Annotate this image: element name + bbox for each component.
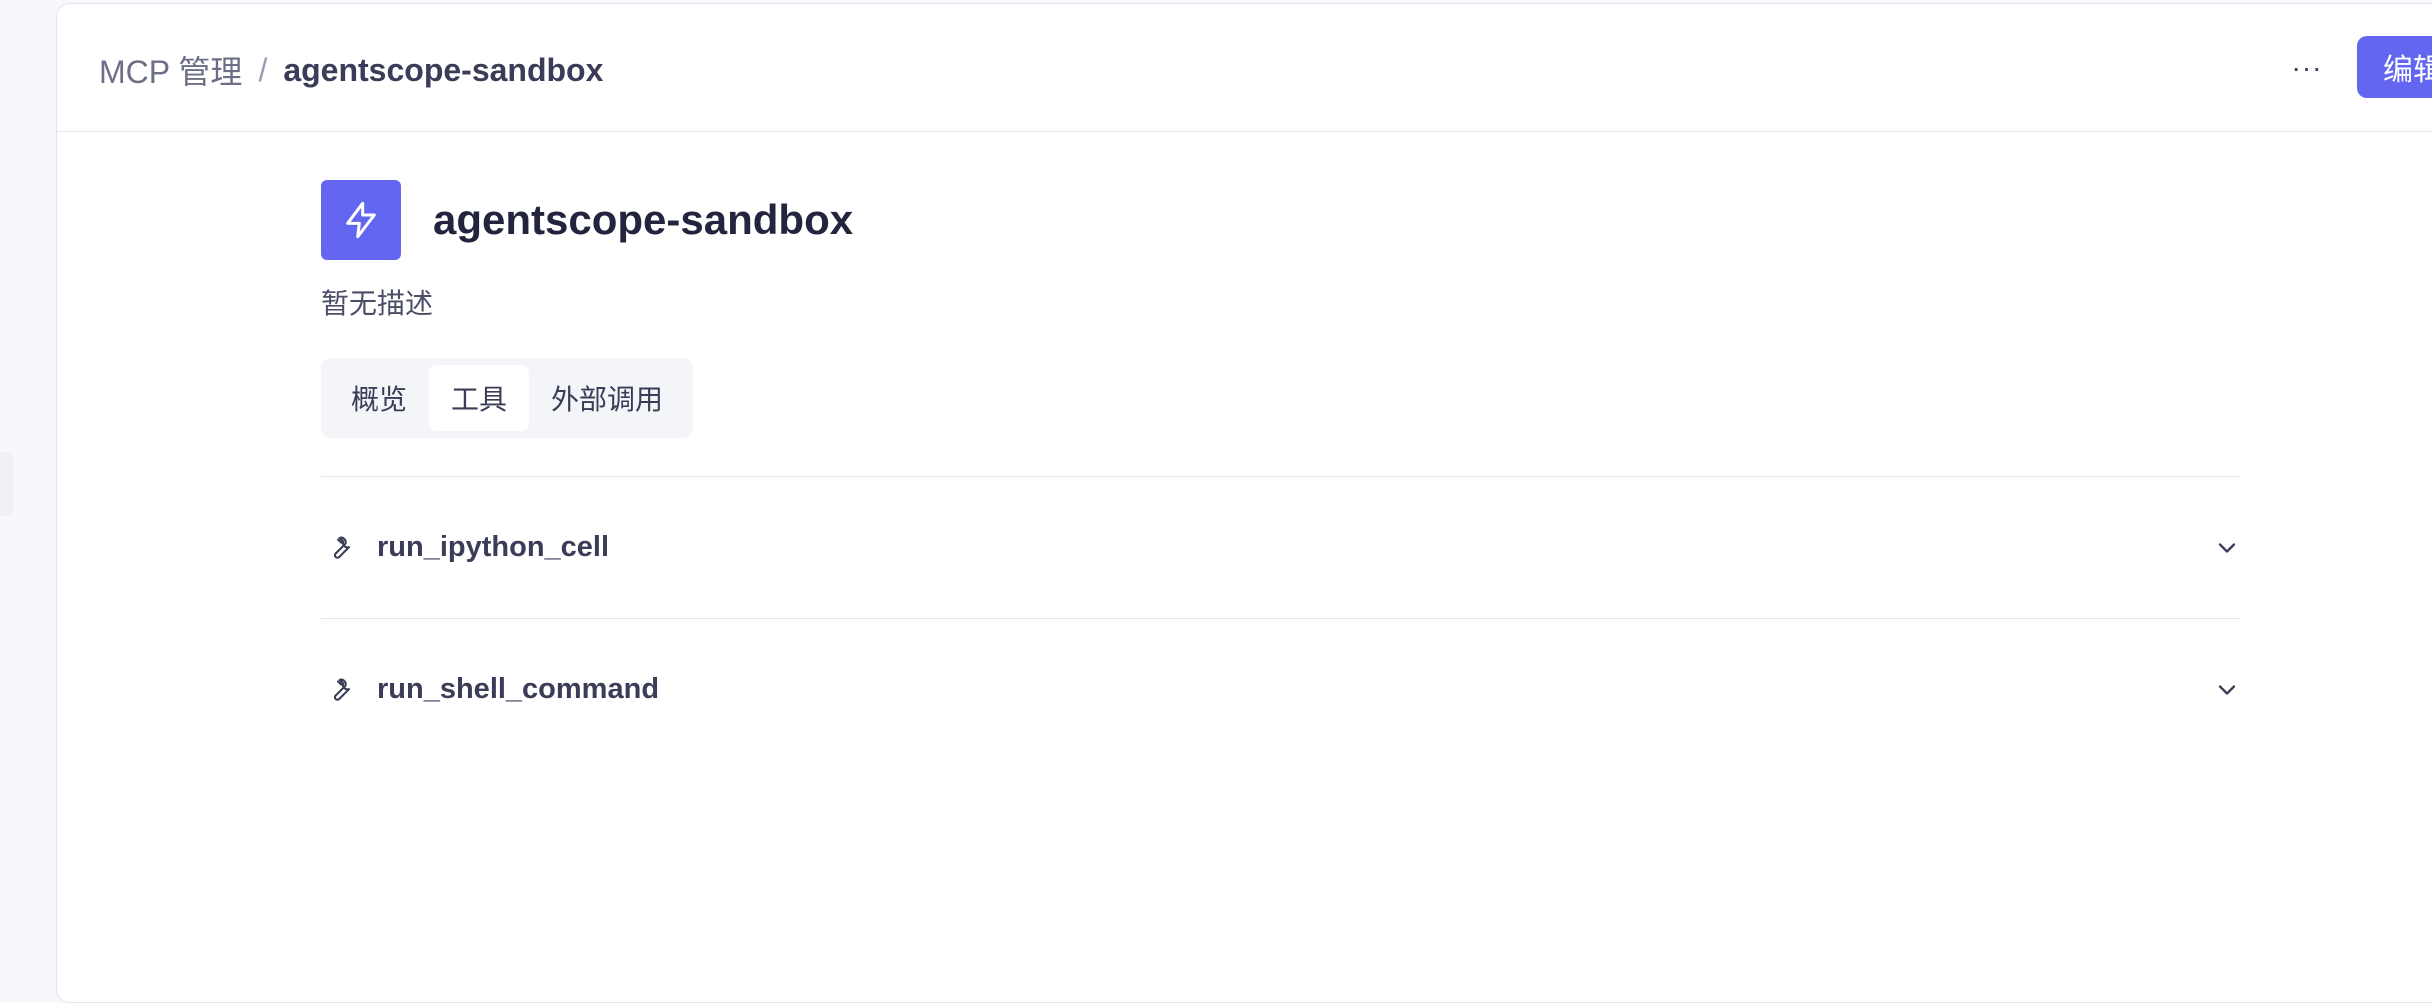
title-row: agentscope-sandbox bbox=[321, 180, 2241, 260]
breadcrumb: MCP 管理 / agentscope-sandbox bbox=[99, 48, 603, 92]
tab-external-call[interactable]: 外部调用 bbox=[529, 365, 685, 431]
more-icon: ··· bbox=[2291, 52, 2323, 83]
server-detail: agentscope-sandbox 暂无描述 概览 工具 外部调用 run_i… bbox=[321, 180, 2241, 760]
chevron-down-icon[interactable] bbox=[2213, 534, 2241, 562]
breadcrumb-parent-link[interactable]: MCP 管理 bbox=[99, 47, 242, 93]
server-description: 暂无描述 bbox=[321, 288, 434, 319]
chevron-down-icon[interactable] bbox=[2213, 676, 2241, 704]
breadcrumb-current: agentscope-sandbox bbox=[283, 51, 604, 88]
page-header: MCP 管理 / agentscope-sandbox ··· 编辑 bbox=[57, 4, 2432, 132]
tab-bar: 概览 工具 外部调用 bbox=[321, 358, 694, 438]
wrench-icon bbox=[325, 533, 355, 563]
wrench-icon bbox=[325, 675, 355, 705]
tab-overview[interactable]: 概览 bbox=[329, 365, 429, 431]
tab-tools[interactable]: 工具 bbox=[429, 365, 530, 431]
tool-name: run_ipython_cell bbox=[377, 531, 610, 563]
lightning-icon bbox=[346, 201, 376, 239]
sidebar-collapse-handle[interactable] bbox=[0, 452, 14, 516]
server-name: agentscope-sandbox bbox=[433, 196, 854, 243]
tool-name: run_shell_command bbox=[377, 673, 660, 705]
server-logo bbox=[321, 180, 401, 260]
tool-row-run-ipython-cell[interactable]: run_ipython_cell bbox=[321, 477, 2241, 619]
breadcrumb-separator: / bbox=[258, 51, 268, 88]
edit-button[interactable]: 编辑 bbox=[2357, 36, 2432, 98]
tool-row-run-shell-command[interactable]: run_shell_command bbox=[321, 619, 2241, 760]
tools-list: run_ipython_cell run_shell_command bbox=[321, 476, 2241, 760]
main-panel: MCP 管理 / agentscope-sandbox ··· 编辑 agent… bbox=[56, 3, 2432, 1003]
more-options-button[interactable]: ··· bbox=[2285, 46, 2329, 90]
